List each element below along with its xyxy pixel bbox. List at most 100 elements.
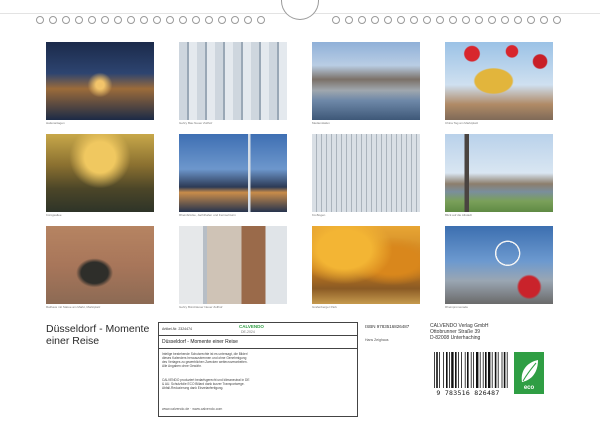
binding-ring (501, 16, 509, 24)
binding-ring (166, 16, 174, 24)
eco-label: eco (523, 385, 535, 391)
barcode-bar (479, 352, 481, 388)
binding-ring (384, 16, 392, 24)
photo-grafenberger-park (312, 226, 420, 304)
info-description: Intelige bestehende Schutzrechte ist es … (162, 352, 248, 368)
eco-badge: eco (514, 352, 544, 394)
barcode-bar (434, 352, 435, 388)
binding-ring (514, 16, 522, 24)
isbn-label: ISBN 9783516826487 (365, 324, 410, 329)
barcode-bar (497, 352, 499, 388)
barcode-bar (461, 352, 462, 388)
binding-ring (88, 16, 96, 24)
binding-ring (231, 16, 239, 24)
barcode-bar (476, 352, 479, 388)
info-url: www.calvendo.de · www.calvendo.com (162, 407, 223, 411)
binding-ring (244, 16, 252, 24)
caption: China Tag am Marktplatz (445, 121, 479, 125)
binding-ring (75, 16, 83, 24)
photo-rheinpromenade (445, 226, 553, 304)
caption: Rheinbrücke, Jachthafen und Fernsehturm (179, 213, 236, 217)
barcode-bar (491, 352, 493, 388)
caption: Gehry Bau Neuer Zollhof (179, 121, 213, 125)
binding-ring (332, 16, 340, 24)
barcode-bar (494, 352, 497, 388)
author-name: Hans Zeighaus (365, 338, 389, 342)
binding-ring (49, 16, 57, 24)
isbn-barcode: 9 783516 826487 (428, 352, 508, 398)
barcode-bar (455, 352, 457, 388)
photo-hafenanlagen (46, 42, 154, 120)
barcode-bar (458, 352, 459, 388)
barcode-bar (503, 352, 506, 388)
binding-ring (397, 16, 405, 24)
publisher-city: D-82008 Unterhaching (430, 335, 481, 341)
photo-gehry-buerohaeuser (179, 226, 287, 304)
binding-ring (218, 16, 226, 24)
binding-ring (127, 16, 135, 24)
photo-rathaus (46, 226, 154, 304)
barcode-bar (473, 352, 474, 388)
binding-ring (527, 16, 535, 24)
info-title-row: Düsseldorf - Momente einer Reise (159, 336, 357, 349)
barcode-bar (451, 352, 454, 388)
binding-ring (192, 16, 200, 24)
caption: Blick auf die Altstadt (445, 213, 472, 217)
caption: Kö-Bogen (312, 213, 326, 217)
binding-ring (345, 16, 353, 24)
info-header-row: Artikel-Nr. 2324474 CALVENDO DE-2024 (159, 323, 357, 336)
binding-ring (436, 16, 444, 24)
info-calendar-title: Düsseldorf - Momente einer Reise (162, 339, 238, 345)
binding-ring (257, 16, 265, 24)
logo-subtext: DE-2024 (241, 330, 255, 334)
photo-china-tag (445, 42, 553, 120)
binding-ring (62, 16, 70, 24)
info-environment: CALVENDO produziert bedarfsgerecht und k… (162, 378, 250, 390)
binding-ring (205, 16, 213, 24)
caption: Grafenberger Park (312, 305, 337, 309)
photo-altstadt (445, 134, 553, 212)
binding-ring (449, 16, 457, 24)
binding-ring (114, 16, 122, 24)
binding-ring (36, 16, 44, 24)
binding-ring (153, 16, 161, 24)
barcode-bar (506, 352, 508, 388)
barcode-bar (443, 352, 444, 388)
binding-ring (101, 16, 109, 24)
barcode-bar (482, 352, 484, 388)
binding-ring (540, 16, 548, 24)
barcode-bar (488, 352, 491, 388)
caption: Rheinpromenade (445, 305, 469, 309)
barcode-bar (485, 352, 487, 388)
calendar-title: Düsseldorf - Momente einer Reise (46, 323, 150, 347)
caption: Königsallee (46, 213, 62, 217)
caption: Rathaus mit Statue am Markt, Marktplatz (46, 305, 101, 309)
caption: Hafenanlagen (46, 121, 65, 125)
binding-ring (423, 16, 431, 24)
barcode-digits: 9 783516 826487 (436, 389, 500, 397)
barcode-bar (449, 352, 450, 388)
photo-koe-bogen (312, 134, 420, 212)
barcode-bar (439, 352, 440, 388)
barcode-bar (467, 352, 469, 388)
caption: Gehry Bürohäuser Neuer Zollhof (179, 305, 223, 309)
photo-koenigsallee (46, 134, 154, 212)
binding-ring (140, 16, 148, 24)
barcode-bar (470, 352, 472, 388)
binding-ring (358, 16, 366, 24)
binding-ring (179, 16, 187, 24)
binding-ring (410, 16, 418, 24)
product-info-box: Artikel-Nr. 2324474 CALVENDO DE-2024 Düs… (158, 322, 358, 417)
barcode-bar (501, 352, 503, 388)
photo-gehry-bau (179, 42, 287, 120)
binding-ring (475, 16, 483, 24)
caption: MedienHafen (312, 121, 330, 125)
barcode-bar (464, 352, 466, 388)
photo-medienhafen (312, 42, 420, 120)
publisher-address: CALVENDO Verlag GmbH Ottobrunner Straße … (430, 323, 489, 341)
barcode-bar (436, 352, 438, 388)
binding-ring (462, 16, 470, 24)
binding-ring (553, 16, 561, 24)
article-number: Artikel-Nr. 2324474 (162, 327, 192, 331)
calvendo-logo: CALVENDO (239, 324, 264, 329)
